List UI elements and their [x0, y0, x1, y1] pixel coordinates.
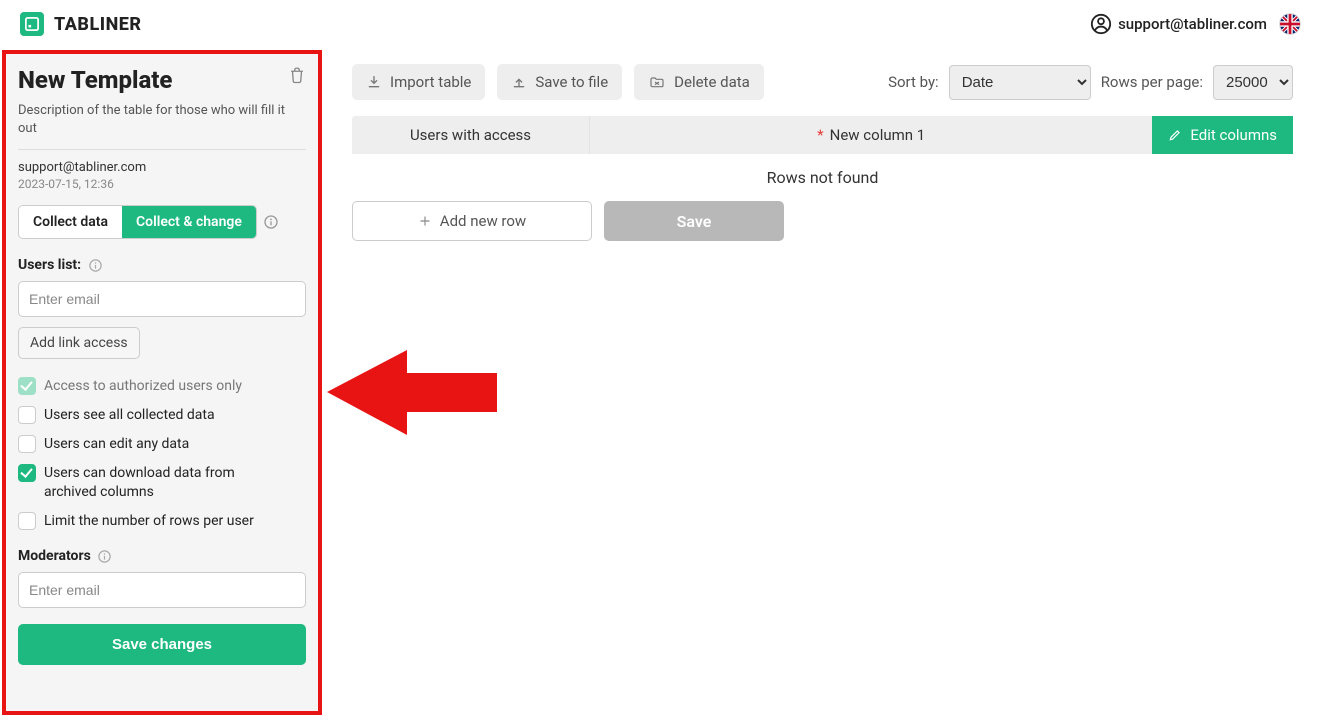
plus-icon [418, 214, 432, 228]
upload-icon [511, 74, 527, 90]
checkbox-edit-any-label: Users can edit any data [44, 435, 189, 454]
main-content: Import table Save to file Delete data So… [322, 48, 1321, 257]
add-new-row-button[interactable]: Add new row [352, 201, 592, 241]
pencil-icon [1168, 128, 1182, 142]
info-icon[interactable] [97, 548, 113, 564]
settings-sidebar: New Template Description of the table fo… [2, 50, 322, 715]
info-icon[interactable] [87, 257, 103, 273]
users-email-input[interactable] [18, 281, 306, 317]
created-timestamp: 2023-07-15, 12:36 [18, 177, 306, 191]
moderators-label: Moderators [18, 548, 306, 564]
divider [18, 149, 306, 150]
moderators-email-input[interactable] [18, 572, 306, 608]
info-icon[interactable] [263, 214, 279, 230]
checkbox-authorized-only [18, 377, 36, 395]
save-changes-button[interactable]: Save changes [18, 624, 306, 665]
header: TABLINER support@tabliner.com [0, 0, 1321, 48]
download-icon [366, 74, 382, 90]
user-icon [1090, 13, 1112, 35]
delete-data-button[interactable]: Delete data [634, 64, 764, 100]
save-to-file-button[interactable]: Save to file [497, 64, 622, 100]
edit-columns-button[interactable]: Edit columns [1152, 116, 1293, 154]
checkbox-see-all-label: Users see all collected data [44, 406, 215, 425]
required-asterisk: * [817, 126, 823, 144]
mode-collect-data[interactable]: Collect data [19, 206, 122, 238]
header-left: TABLINER [20, 12, 142, 36]
template-description[interactable]: Description of the table for those who w… [18, 102, 306, 137]
owner-email: support@tabliner.com [18, 160, 306, 175]
brand-name: TABLINER [54, 14, 142, 35]
column-new-column-1[interactable]: * New column 1 [590, 116, 1152, 154]
checkbox-authorized-only-label: Access to authorized users only [44, 377, 242, 396]
header-right: support@tabliner.com [1090, 13, 1301, 35]
checkbox-limit-rows[interactable] [18, 512, 36, 530]
checkbox-download-archived[interactable] [18, 464, 36, 482]
users-list-label: Users list: [18, 257, 306, 273]
template-title[interactable]: New Template [18, 66, 172, 94]
rows-per-page-label: Rows per page: [1101, 73, 1203, 91]
trash-icon [288, 66, 306, 84]
checkbox-edit-any[interactable] [18, 435, 36, 453]
header-user[interactable]: support@tabliner.com [1090, 13, 1267, 35]
sort-by-select[interactable]: Date [949, 65, 1091, 100]
add-link-access-button[interactable]: Add link access [18, 327, 140, 359]
rows-per-page-select[interactable]: 25000 [1213, 65, 1293, 100]
save-button[interactable]: Save [604, 201, 784, 241]
empty-state: Rows not found [352, 168, 1293, 187]
checkbox-see-all[interactable] [18, 406, 36, 424]
import-table-button[interactable]: Import table [352, 64, 485, 100]
delete-template-button[interactable] [288, 66, 306, 84]
checkbox-limit-rows-label: Limit the number of rows per user [44, 512, 254, 531]
locale-flag-icon[interactable] [1279, 13, 1301, 35]
column-users-with-access[interactable]: Users with access [352, 116, 590, 154]
header-user-email: support@tabliner.com [1118, 15, 1267, 33]
folder-delete-icon [648, 74, 666, 90]
sort-by-label: Sort by: [888, 73, 939, 91]
checkbox-download-archived-label: Users can download data from archived co… [44, 464, 269, 502]
table-header: Users with access * New column 1 Edit co… [352, 116, 1293, 154]
logo-icon [20, 12, 44, 36]
mode-toggle: Collect data Collect & change [18, 205, 257, 239]
mode-collect-change[interactable]: Collect & change [122, 206, 256, 238]
